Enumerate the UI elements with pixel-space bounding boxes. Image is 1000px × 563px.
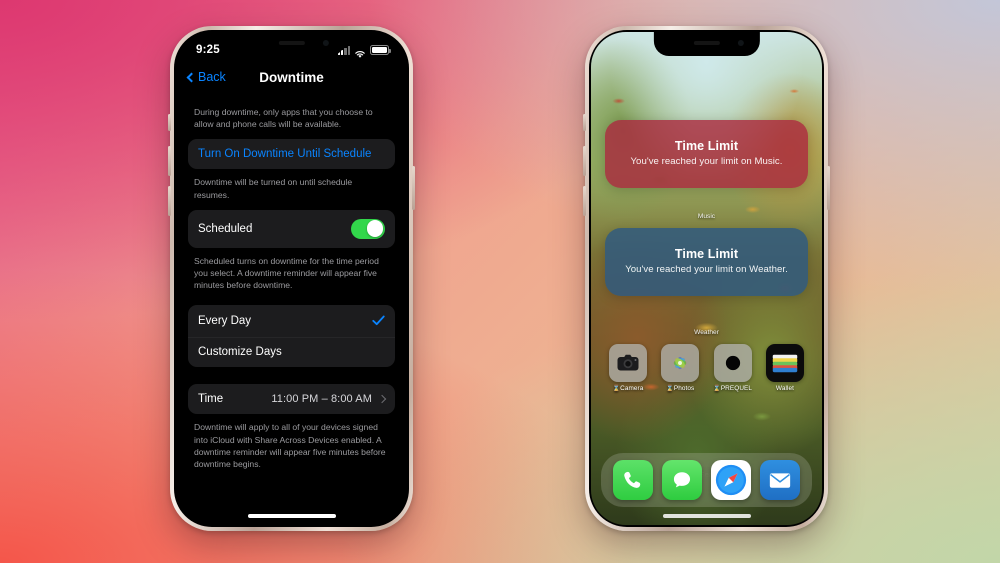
time-row[interactable]: Time 11:00 PM – 8:00 AM <box>188 384 395 414</box>
option-customize-days[interactable]: Customize Days <box>188 337 395 367</box>
right-phone-device: Time Limit You've reached your limit on … <box>583 26 830 531</box>
hourglass-icon: ⌛ <box>666 386 674 392</box>
power-button[interactable] <box>412 166 415 210</box>
photos-icon <box>661 344 700 382</box>
time-row-right: 11:00 PM – 8:00 AM <box>271 393 387 406</box>
safari-icon[interactable] <box>710 460 751 500</box>
chevron-left-icon <box>186 72 197 82</box>
earpiece-speaker <box>693 41 720 45</box>
scheduled-label: Scheduled <box>198 222 253 235</box>
app-caption-music: Music <box>697 213 716 220</box>
time-limit-alert-weather[interactable]: Time Limit You've reached your limit on … <box>605 228 808 296</box>
right-phone-screen: Time Limit You've reached your limit on … <box>591 32 822 525</box>
notch <box>653 32 760 56</box>
phone-icon[interactable] <box>613 460 654 500</box>
time-limit-alert-music[interactable]: Time Limit You've reached your limit on … <box>605 120 808 188</box>
front-camera <box>322 40 329 46</box>
app-caption-weather: Weather <box>694 329 719 336</box>
hourglass-icon: ⌛ <box>713 386 721 392</box>
battery-icon <box>370 45 391 55</box>
volume-up-button[interactable] <box>583 146 586 176</box>
turn-on-downtime-label: Turn On Downtime Until Schedule <box>198 148 372 161</box>
back-button[interactable]: Back <box>186 70 226 84</box>
turn-on-downtime-group: Turn On Downtime Until Schedule <box>188 139 395 170</box>
wallet-icon <box>765 344 804 382</box>
turn-on-note: Downtime will be turned on until schedul… <box>194 177 353 200</box>
home-indicator[interactable] <box>247 514 336 518</box>
footer-note: Downtime will apply to all of your devic… <box>194 422 386 470</box>
volume-down-button[interactable] <box>583 186 586 216</box>
prequel-icon <box>713 344 752 382</box>
back-button-label: Back <box>198 70 226 84</box>
earpiece-speaker <box>278 41 305 45</box>
app-prequel-label: ⌛PREQUEL <box>713 385 753 392</box>
wifi-icon <box>354 46 366 58</box>
time-group: Time 11:00 PM – 8:00 AM <box>188 384 395 415</box>
app-prequel[interactable]: ⌛PREQUEL <box>710 344 756 392</box>
messages-icon[interactable] <box>662 460 703 500</box>
chevron-right-icon <box>377 395 387 404</box>
scheduled-toggle[interactable] <box>351 218 385 239</box>
alert-subtitle: You've reached your limit on Music. <box>630 156 783 167</box>
scheduled-row[interactable]: Scheduled <box>188 210 395 248</box>
intro-note: During downtime, only apps that you choo… <box>194 107 373 130</box>
alert-title: Time Limit <box>674 247 739 261</box>
app-camera[interactable]: ⌛Camera <box>605 344 651 392</box>
app-photos[interactable]: ⌛Photos <box>657 344 703 392</box>
screenshot-canvas: 9:25 Back Downtime During downtime, only… <box>0 0 1000 563</box>
app-wallet-label: Wallet <box>775 385 795 392</box>
customize-days-label: Customize Days <box>198 346 282 359</box>
front-camera <box>737 40 744 46</box>
left-phone-screen: 9:25 Back Downtime During downtime, only… <box>176 32 407 525</box>
right-phone-bezel: Time Limit You've reached your limit on … <box>589 30 824 527</box>
left-phone-bezel: 9:25 Back Downtime During downtime, only… <box>174 30 409 527</box>
left-phone-device: 9:25 Back Downtime During downtime, only… <box>168 26 415 531</box>
downtime-settings-page: 9:25 Back Downtime During downtime, only… <box>176 32 407 525</box>
mute-switch[interactable] <box>168 114 171 131</box>
camera-icon <box>609 344 647 382</box>
navigation-bar: Back Downtime <box>176 62 407 92</box>
dock <box>601 453 812 507</box>
day-options-group: Every Day Customize Days <box>188 305 395 368</box>
checkmark-icon <box>372 314 385 328</box>
alert-title: Time Limit <box>674 139 739 153</box>
status-bar-time: 9:25 <box>196 44 220 56</box>
app-photos-label: ⌛Photos <box>666 385 695 392</box>
time-value: 11:00 PM – 8:00 AM <box>271 393 372 406</box>
mail-icon[interactable] <box>759 460 800 500</box>
home-screen-app-row: ⌛Camera ⌛Photos ⌛PREQUEL Wallet <box>605 344 808 392</box>
volume-down-button[interactable] <box>168 186 171 216</box>
option-every-day[interactable]: Every Day <box>188 305 395 337</box>
volume-up-button[interactable] <box>168 146 171 176</box>
scheduled-note: Scheduled turns on downtime for the time… <box>194 255 379 291</box>
time-label: Time <box>198 393 224 406</box>
scheduled-group: Scheduled <box>188 209 395 248</box>
hourglass-icon: ⌛ <box>612 386 621 392</box>
app-wallet[interactable]: Wallet <box>762 344 808 392</box>
notch <box>238 32 345 56</box>
alert-subtitle: You've reached your limit on Weather. <box>625 264 788 275</box>
home-indicator[interactable] <box>662 514 751 518</box>
turn-on-downtime-button[interactable]: Turn On Downtime Until Schedule <box>188 139 395 169</box>
power-button[interactable] <box>827 166 830 210</box>
mute-switch[interactable] <box>583 114 586 131</box>
every-day-label: Every Day <box>198 315 252 328</box>
settings-content: During downtime, only apps that you choo… <box>176 94 407 525</box>
app-camera-label: ⌛Camera <box>612 385 644 392</box>
status-bar-indicators <box>337 45 391 58</box>
